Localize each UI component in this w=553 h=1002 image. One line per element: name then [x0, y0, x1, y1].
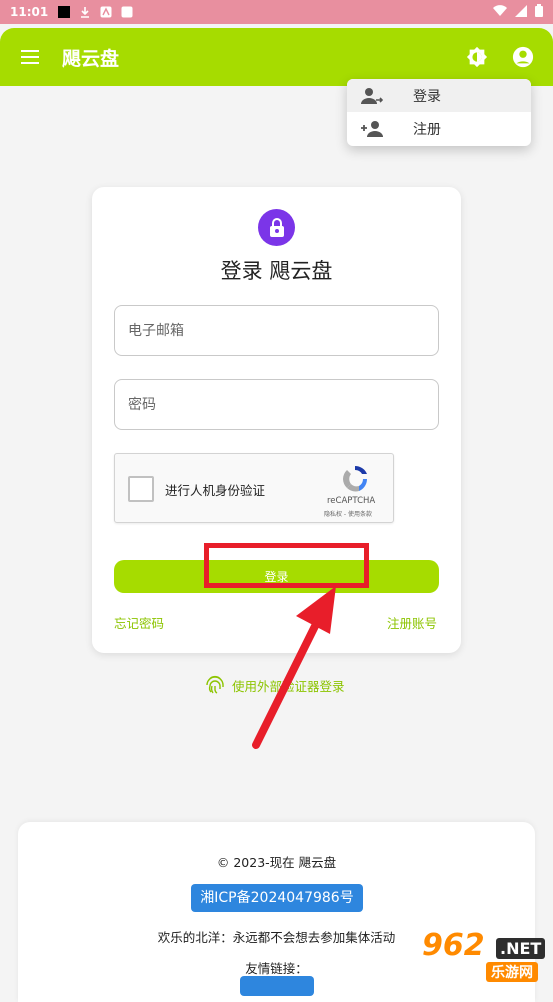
menu-item-login[interactable]: 登录	[347, 79, 531, 112]
app-bar: 飓云盘	[0, 28, 553, 86]
menu-item-register-label: 注册	[413, 121, 441, 138]
external-auth-login[interactable]: 使用外部验证器登录	[206, 674, 345, 697]
signal-icon	[515, 4, 527, 20]
login-person-icon	[361, 85, 383, 107]
watermark-net: .NET	[496, 938, 546, 959]
login-card: 登录 飓云盘 进行人机身份验证 reCAPTCHA 隐私权 - 使用条款 登录 …	[92, 187, 461, 653]
external-auth-label: 使用外部验证器登录	[232, 679, 345, 694]
captcha-terms-link[interactable]: 隐私权 - 使用条款	[324, 509, 372, 518]
theme-toggle-icon[interactable]	[465, 45, 489, 69]
app-notification-icon	[100, 6, 112, 18]
app-square-icon	[121, 6, 133, 18]
watermark-sub: 乐游网	[486, 962, 538, 982]
status-bar: 11:01	[0, 0, 553, 24]
app-title: 飓云盘	[62, 47, 120, 70]
watermark-brand: 962	[422, 928, 485, 963]
account-icon[interactable]	[511, 45, 535, 69]
login-title: 登录 飓云盘	[220, 259, 333, 283]
account-dropdown-menu: 登录 注册	[347, 79, 531, 146]
menu-item-login-label: 登录	[413, 88, 441, 105]
wifi-icon	[493, 4, 507, 20]
captcha-label: 进行人机身份验证	[165, 483, 266, 498]
menu-item-register[interactable]: 注册	[347, 112, 531, 145]
captcha-checkbox[interactable]	[128, 476, 154, 502]
lock-icon	[258, 209, 295, 246]
captcha-brand: reCAPTCHA	[327, 496, 376, 506]
status-time: 11:01	[10, 5, 49, 19]
icp-badge[interactable]: 湘ICP备2024047986号	[191, 884, 363, 912]
notification-square-icon	[58, 6, 71, 18]
copyright-text: © 2023-现在 飓云盘	[216, 855, 337, 870]
recaptcha-logo-icon	[339, 463, 371, 495]
register-account-link[interactable]: 注册账号	[387, 613, 437, 632]
site-watermark-logo: 962 .NET 乐游网	[414, 928, 553, 982]
friend-link-badge[interactable]	[240, 976, 314, 996]
login-button[interactable]: 登录	[114, 560, 439, 593]
add-person-icon	[361, 118, 383, 140]
email-field[interactable]	[114, 305, 439, 356]
fingerprint-icon	[206, 674, 224, 697]
password-field[interactable]	[114, 379, 439, 430]
download-icon	[79, 6, 91, 18]
battery-icon	[535, 4, 543, 20]
recaptcha-widget: 进行人机身份验证 reCAPTCHA 隐私权 - 使用条款	[114, 453, 394, 523]
menu-icon[interactable]	[18, 45, 42, 69]
forgot-password-link[interactable]: 忘记密码	[114, 613, 164, 632]
